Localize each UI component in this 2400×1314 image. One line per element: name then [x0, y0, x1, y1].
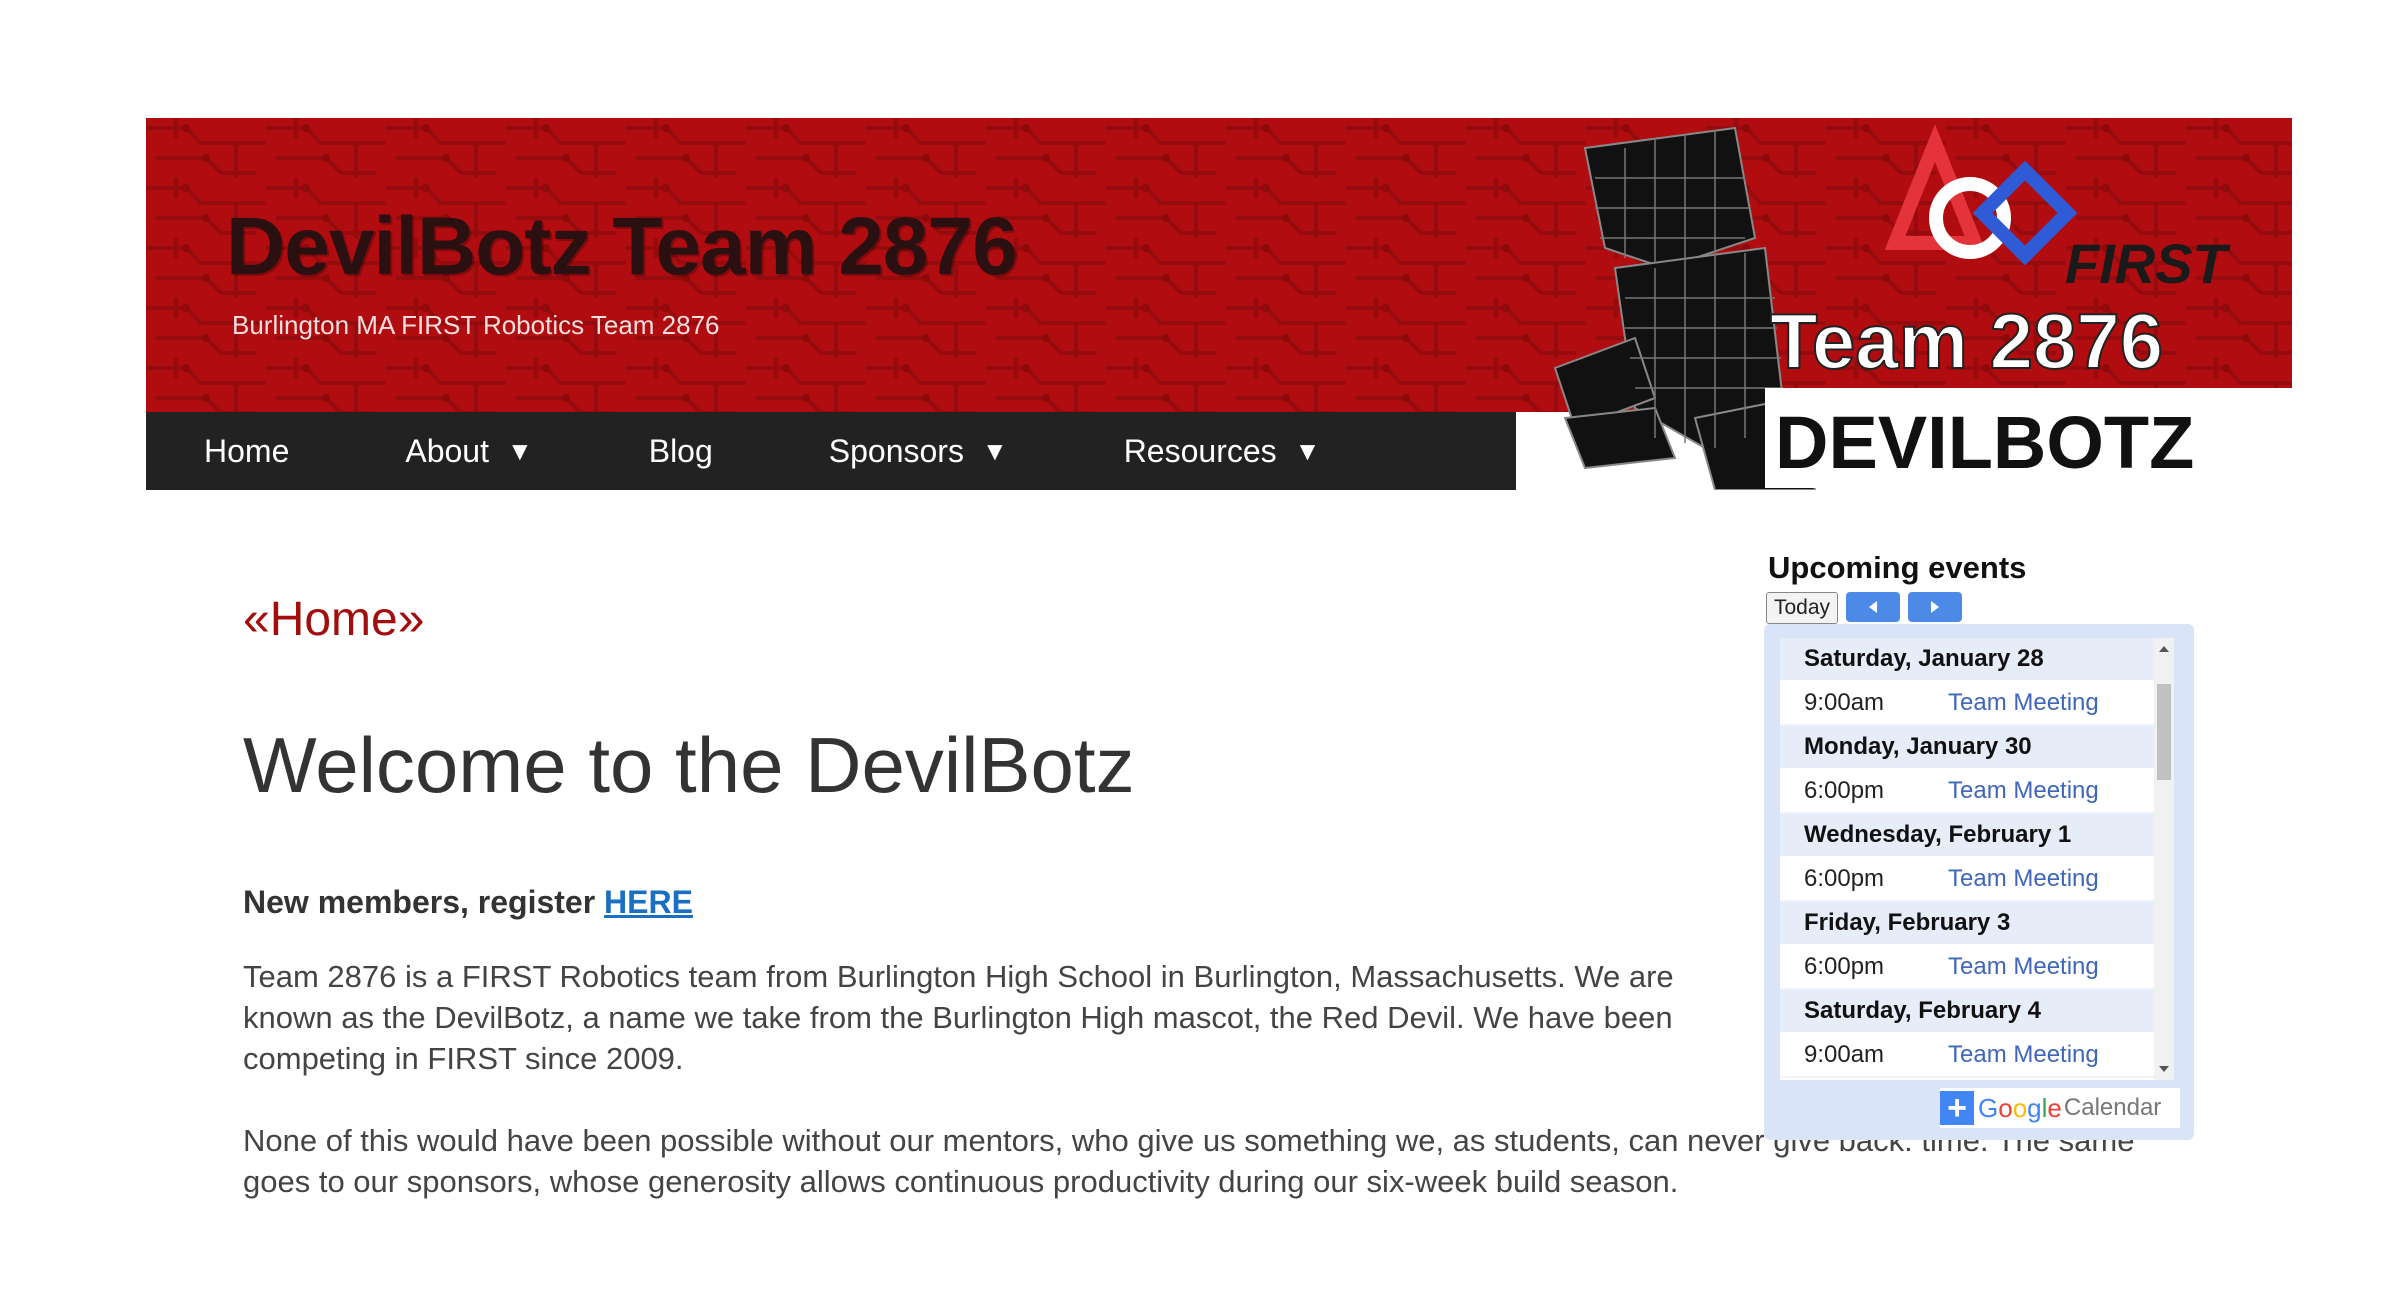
- dropdown-arrow-icon: ▼: [981, 435, 1008, 466]
- nav-item-about[interactable]: About ▼: [405, 433, 590, 470]
- dropdown-arrow-icon: ▼: [1294, 435, 1321, 466]
- event-time: 9:00am: [1804, 689, 1885, 716]
- event-time: 9:00am: [1804, 1041, 1885, 1068]
- nav-item-label: About: [405, 432, 489, 469]
- calendar-word: Calendar: [2063, 1094, 2162, 1121]
- intro-paragraph: Team 2876 is a FIRST Robotics team from …: [243, 959, 1674, 1076]
- today-button[interactable]: Today: [1766, 592, 1838, 624]
- event-row[interactable]: 6:00pm Team Meeting: [1780, 946, 2154, 990]
- previous-button[interactable]: [1846, 592, 1900, 622]
- google-letter: G: [1978, 1092, 1999, 1123]
- team-name-text: DEVILBOTZ: [1775, 401, 2194, 484]
- google-calendar-button[interactable]: + Google Calendar: [1940, 1088, 2180, 1128]
- nav-item-label: Home: [204, 432, 290, 469]
- first-logo-text: FIRST: [2065, 232, 2232, 295]
- event-row[interactable]: 6:00pm Team Meeting: [1780, 858, 2154, 902]
- google-letter: o: [1998, 1092, 2013, 1123]
- next-button[interactable]: [1908, 592, 1962, 622]
- google-letter: e: [2047, 1092, 2062, 1123]
- arrow-left-icon: [1869, 601, 1877, 613]
- nav-item-resources[interactable]: Resources ▼: [1124, 433, 1379, 470]
- event-date-header: Wednesday, February 1: [1780, 814, 2154, 858]
- event-title-link[interactable]: Team Meeting: [1948, 689, 2099, 717]
- calendar-widget: Saturday, January 28 9:00am Team Meeting…: [1764, 624, 2194, 1140]
- scrollbar-thumb[interactable]: [2157, 684, 2171, 780]
- team-logo[interactable]: FIRST Team 2876 DEVILBOTZ: [1545, 118, 2292, 491]
- register-link[interactable]: HERE: [604, 884, 693, 920]
- breadcrumb[interactable]: «Home»: [243, 592, 424, 647]
- nav-item-label: Resources: [1123, 432, 1277, 469]
- calendar-title: Upcoming events: [1768, 550, 2027, 585]
- nav-item-label: Sponsors: [828, 432, 964, 469]
- event-row[interactable]: 6:00pm Team Meeting: [1780, 770, 2154, 814]
- scroll-down-icon[interactable]: [2157, 1062, 2171, 1076]
- event-list[interactable]: Saturday, January 28 9:00am Team Meeting…: [1780, 638, 2154, 1080]
- team-number-text: Team 2876: [1770, 297, 2163, 385]
- nav-item-home[interactable]: Home: [204, 433, 347, 470]
- event-time: 6:00pm: [1804, 777, 1885, 804]
- nav-item-sponsors[interactable]: Sponsors ▼: [829, 433, 1066, 470]
- event-row[interactable]: 9:00am Team Meeting: [1780, 1034, 2154, 1078]
- event-title-link[interactable]: Team Meeting: [1948, 1041, 2099, 1069]
- calendar-scrollbar[interactable]: [2154, 638, 2174, 1080]
- dropdown-arrow-icon: ▼: [506, 435, 533, 466]
- scroll-up-icon[interactable]: [2157, 642, 2171, 656]
- register-text: New members, register: [243, 884, 605, 920]
- google-logo-text: Google: [1978, 1093, 2062, 1124]
- page-title: Welcome to the DevilBotz: [243, 721, 1135, 809]
- nav-item-blog[interactable]: Blog: [649, 433, 771, 470]
- event-date-header: Monday, January 30: [1780, 726, 2154, 770]
- event-time: 6:00pm: [1804, 865, 1885, 892]
- arrow-right-icon: [1931, 601, 1939, 613]
- google-letter: g: [2027, 1092, 2042, 1123]
- event-date-header: Saturday, February 4: [1780, 990, 2154, 1034]
- nav-item-label: Blog: [648, 432, 713, 469]
- event-row[interactable]: 9:00am Team Meeting: [1780, 682, 2154, 726]
- register-line: New members, register HERE: [243, 884, 693, 921]
- event-title-link[interactable]: Team Meeting: [1948, 777, 2099, 805]
- site-title[interactable]: DevilBotz Team 2876: [226, 200, 1018, 294]
- plus-icon: +: [1940, 1091, 1974, 1125]
- event-title-link[interactable]: Team Meeting: [1948, 953, 2099, 981]
- event-date-header: Saturday, January 28: [1780, 638, 2154, 682]
- google-letter: o: [2012, 1092, 2028, 1123]
- event-date-header: Friday, February 3: [1780, 902, 2154, 946]
- site-subtitle: Burlington MA FIRST Robotics Team 2876: [232, 310, 720, 340]
- event-time: 6:00pm: [1804, 953, 1885, 980]
- main-nav: Home About ▼ Blog Sponsors ▼ Resources ▼: [146, 412, 1516, 490]
- event-title-link[interactable]: Team Meeting: [1948, 865, 2099, 893]
- robot-devil-logo-image: FIRST Team 2876 DEVILBOTZ: [1553, 124, 2292, 491]
